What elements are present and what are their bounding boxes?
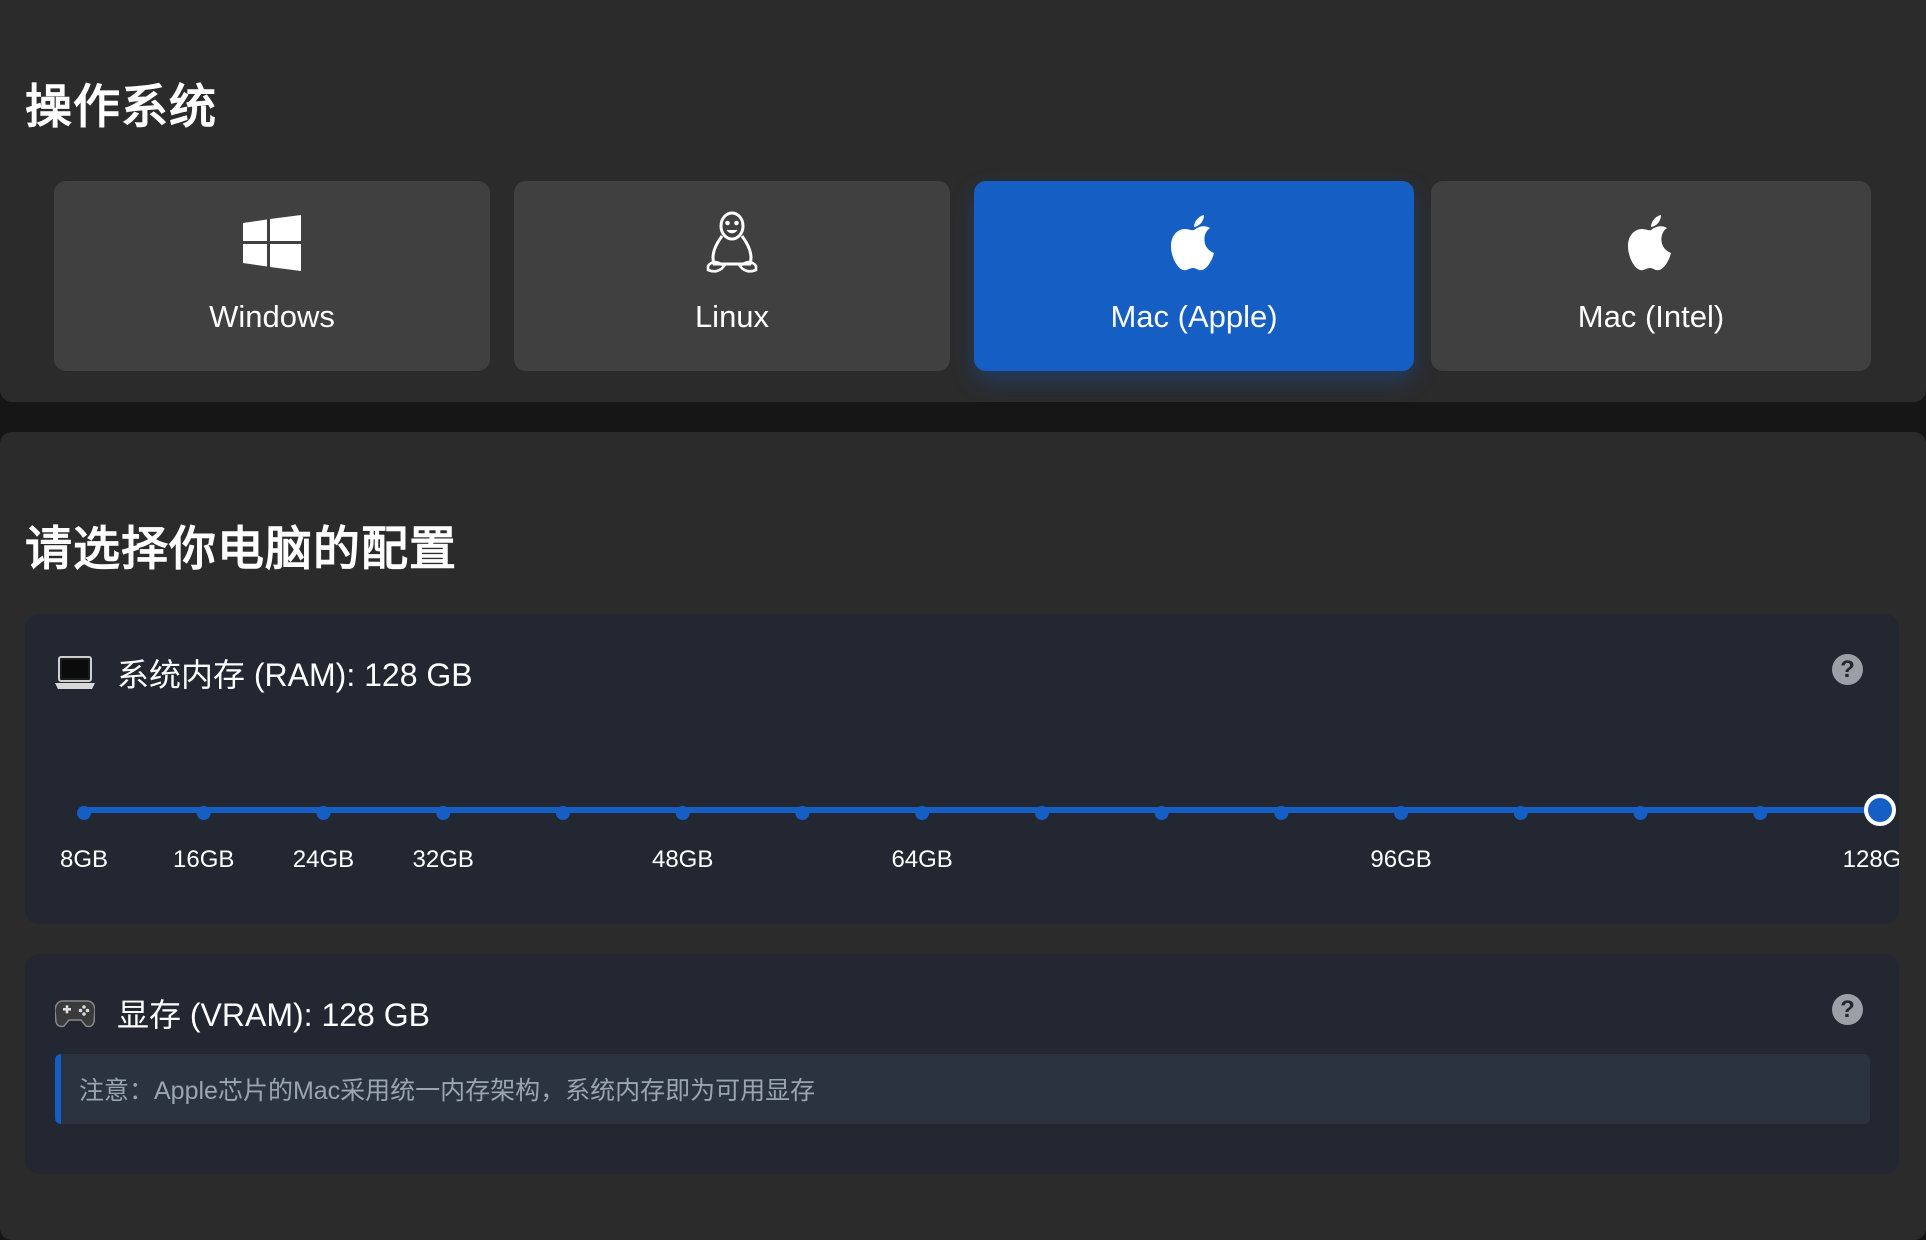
- slider-tick-label: 16GB: [173, 846, 234, 873]
- os-option-linux[interactable]: Linux: [514, 181, 950, 371]
- vram-card: 显存 (VRAM): 128 GB ? 注意：Apple芯片的Mac采用统一内存…: [25, 954, 1899, 1174]
- slider-stop-dot[interactable]: [436, 806, 451, 820]
- os-option-label: Mac (Intel): [1577, 299, 1725, 334]
- question-icon[interactable]: ?: [1832, 994, 1863, 1025]
- slider-tick-label: 48GB: [652, 846, 713, 873]
- vram-label: 显存 (VRAM): 128 GB: [117, 997, 430, 1033]
- slider-stop-dot[interactable]: [675, 806, 690, 820]
- slider-stop-dot[interactable]: [555, 806, 570, 820]
- slider-stop-dot[interactable]: [795, 806, 810, 820]
- slider-tick-label: 96GB: [1370, 846, 1431, 873]
- os-panel: 操作系统 Windows Linux Mac (Apple) Mac (Inte…: [0, 0, 1926, 402]
- slider-stop-dot[interactable]: [77, 806, 91, 820]
- slider-stop-dot[interactable]: [316, 806, 331, 820]
- slider-tick-label: 24GB: [293, 846, 354, 873]
- apple-icon: [1169, 211, 1219, 275]
- slider-tick-label: 32GB: [413, 846, 474, 873]
- slider-stop-dot[interactable]: [1513, 806, 1528, 820]
- slider-stop-dot[interactable]: [1274, 806, 1289, 820]
- os-option-mac-apple[interactable]: Mac (Apple): [974, 181, 1414, 371]
- slider-stop-dot[interactable]: [1753, 806, 1768, 820]
- slider-stop-dot[interactable]: [196, 806, 211, 820]
- vram-header: 显存 (VRAM): 128 GB: [55, 990, 430, 1036]
- unified-memory-note: 注意：Apple芯片的Mac采用统一内存架构，系统内存即为可用显存: [55, 1054, 1870, 1124]
- config-panel: 请选择你电脑的配置 系统内存 (RAM): 128 GB ? 8GB 16GB 24…: [0, 432, 1926, 1240]
- slider-stop-dot[interactable]: [915, 806, 930, 820]
- os-option-label: Linux: [694, 299, 770, 334]
- ram-card: 系统内存 (RAM): 128 GB ? 8GB 16GB 24GB 32GB 48GB…: [25, 614, 1899, 924]
- ram-slider[interactable]: 8GB 16GB 24GB 32GB 48GB 64GB 96GB 128GB: [25, 614, 1899, 924]
- slider-stop-dot[interactable]: [1034, 806, 1049, 820]
- slider-stop-dot[interactable]: [1633, 806, 1648, 820]
- slider-stop-dot[interactable]: [1154, 806, 1169, 820]
- os-option-mac-intel[interactable]: Mac (Intel): [1431, 181, 1871, 371]
- windows-icon: [243, 211, 301, 275]
- slider-tick-label: 8GB: [60, 846, 108, 873]
- slider-thumb[interactable]: [1864, 794, 1896, 826]
- os-option-label: Mac (Apple): [1110, 299, 1278, 334]
- config-section-title: 请选择你电脑的配置: [25, 522, 457, 575]
- apple-icon: [1626, 211, 1676, 275]
- slider-tick-label: 64GB: [891, 846, 952, 873]
- gamepad-icon: [55, 993, 95, 1033]
- os-section-title: 操作系统: [25, 80, 217, 133]
- os-option-label: Windows: [209, 299, 335, 334]
- os-option-windows[interactable]: Windows: [54, 181, 490, 371]
- linux-penguin-icon: [704, 211, 760, 275]
- slider-stop-dot[interactable]: [1394, 806, 1409, 820]
- slider-tick-label: 128GB: [1843, 846, 1899, 873]
